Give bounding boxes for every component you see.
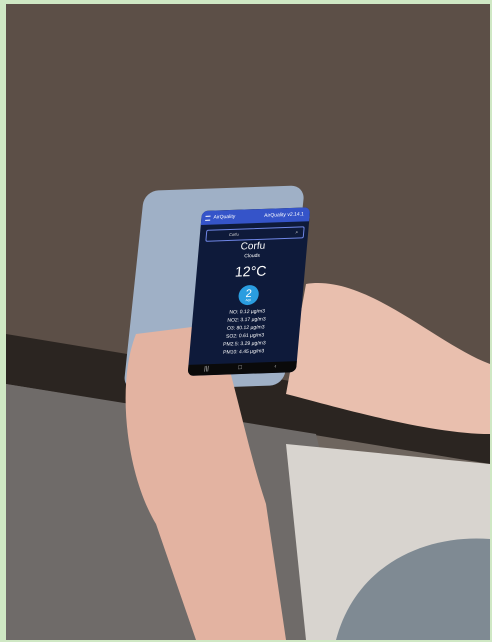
aqi-badge: 2 AQI xyxy=(237,284,260,306)
app-title: AirQuality xyxy=(213,213,236,221)
app-version: AirQuality v2.14.1 xyxy=(263,211,305,219)
home-icon[interactable]: □ xyxy=(238,365,242,371)
back-icon[interactable]: ‹ xyxy=(274,364,277,370)
search-value: Corfu xyxy=(228,231,239,237)
pollutant-row: PM10: 4.45 µg/m3 xyxy=(222,348,265,356)
recent-apps-icon[interactable]: ||| xyxy=(204,366,209,372)
menu-icon[interactable] xyxy=(205,215,211,221)
search-icon[interactable]: ⌕ xyxy=(295,228,299,238)
photo-frame: AirQuality AirQuality v2.14.1 Corfu ⌕ Co… xyxy=(6,4,490,640)
app-bar: AirQuality AirQuality v2.14.1 xyxy=(200,207,311,225)
phone-screen: AirQuality AirQuality v2.14.1 Corfu ⌕ Co… xyxy=(187,207,311,376)
aqi-label: AQI xyxy=(245,297,251,303)
temperature: 12°C xyxy=(234,262,268,280)
